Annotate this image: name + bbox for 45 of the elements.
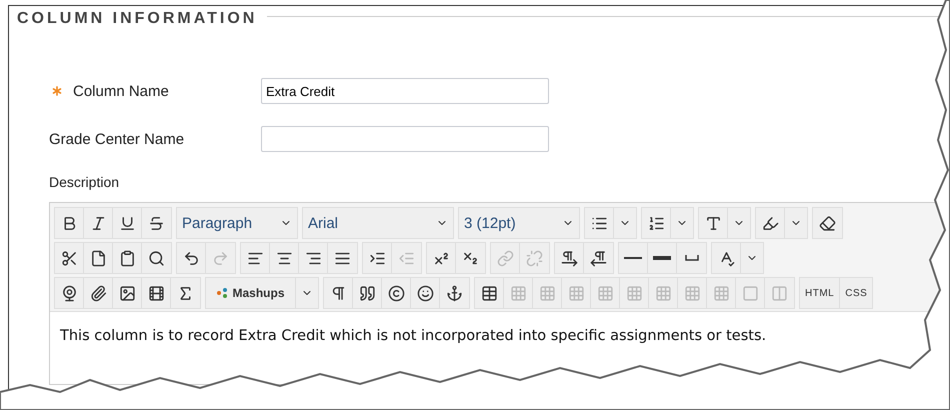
page-icon [90,250,106,266]
quote-icon [358,284,376,302]
undo-icon [182,250,200,266]
search-icon [148,250,165,266]
grid-icon [684,284,700,302]
table-icon [480,284,498,302]
input-field[interactable]: Extra Credit [261,78,549,104]
field-label: Column Name [73,82,169,100]
grid-icon [538,284,556,302]
grid-icon [596,284,614,302]
smiley-icon [416,284,434,302]
pilcrow-left-icon [590,250,607,266]
grid-icon [712,284,730,302]
redo-icon [212,250,229,266]
square-icon [742,284,758,302]
link-icon [496,250,514,266]
anchor-icon [446,284,463,302]
image-icon [118,284,136,302]
underline-icon [118,214,136,232]
clipboard-icon [118,250,136,266]
unlink-icon [526,250,543,266]
line-icon [624,257,642,259]
space-icon [684,255,698,261]
columns-icon [771,284,788,302]
input-field[interactable] [261,126,549,152]
dots-icon [216,287,228,299]
grid-icon [626,284,642,302]
marker-icon [762,214,778,232]
strikethrough-icon [148,214,165,232]
webcam-icon [60,284,78,302]
text-icon [704,214,722,232]
pilcrow-right-icon [560,250,578,266]
grid-icon [568,284,584,302]
copyright-icon [388,284,404,302]
eraser-icon [819,214,836,232]
grid-icon [510,284,526,302]
section-title: COLUMN INFORMATION [17,10,258,28]
grid-icon [654,284,672,302]
numbered-list-icon [648,214,664,232]
paperclip-icon [90,284,106,302]
scissors-icon [60,250,78,266]
field-label: Description [49,174,120,190]
editor-text: This column is to record Extra Credit which is not incorporated into specific assignments or tests. [59,327,768,346]
field-label: Grade Center Name [49,130,184,148]
film-icon [148,284,164,302]
